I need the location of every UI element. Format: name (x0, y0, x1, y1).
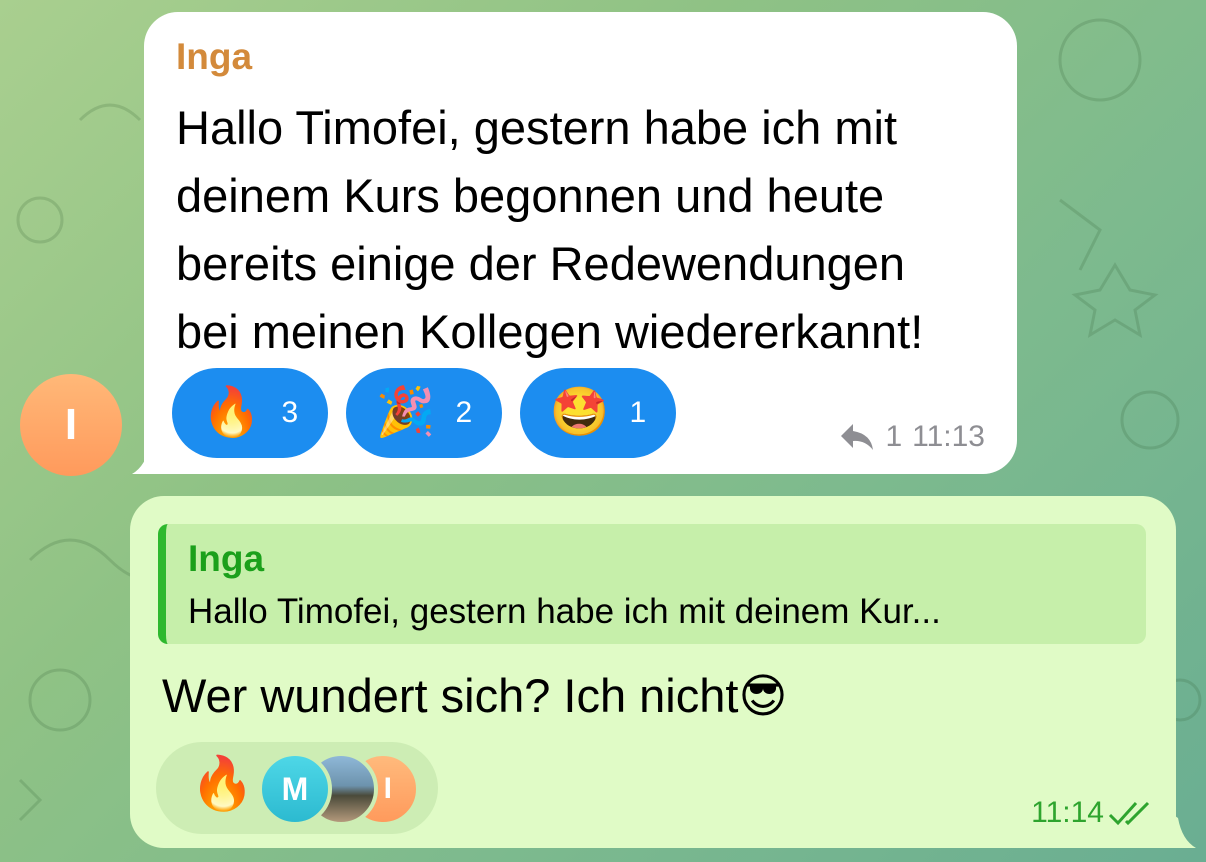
message-line: bei meinen Kollegen wiedererkannt! (176, 305, 924, 358)
message-time: 11:13 (912, 420, 985, 453)
message-line: bereits einige der Redewendungen (176, 237, 906, 290)
outgoing-message-bubble[interactable]: Inga Hallo Timofei, gestern habe ich mit… (130, 496, 1176, 848)
star-struck-emoji-icon: 🤩 (549, 386, 610, 439)
reaction-count: 1 (629, 396, 647, 429)
reactor-letter: I (383, 772, 392, 805)
reactor-letter: M (281, 770, 309, 807)
reply-sender-name: Inga (188, 538, 265, 579)
double-check-icon (1108, 801, 1150, 826)
message-time: 11:14 (1031, 796, 1104, 829)
fire-emoji-icon: 🔥 (190, 755, 255, 813)
reaction-fire[interactable]: 🔥 3 (172, 368, 328, 458)
party-popper-emoji-icon: 🎉 (375, 386, 436, 439)
avatar-letter: I (64, 400, 78, 449)
reply-count[interactable]: 1 (885, 420, 902, 454)
incoming-meta: 1 11:13 (839, 420, 985, 454)
sender-name[interactable]: Inga (176, 36, 252, 78)
reaction-party[interactable]: 🎉 2 (346, 368, 502, 458)
reply-quote[interactable]: Inga Hallo Timofei, gestern habe ich mit… (158, 524, 1146, 644)
reply-arrow-icon[interactable] (839, 422, 875, 452)
incoming-message-text: Hallo Timofei, gestern habe ich mit dein… (176, 94, 1006, 366)
sender-avatar[interactable]: I (20, 374, 122, 476)
outgoing-reaction-chip[interactable]: 🔥 I M (156, 742, 438, 834)
reaction-count: 2 (455, 396, 473, 429)
message-line: deinem Kurs begonnen und heute (176, 169, 885, 222)
reaction-count: 3 (281, 396, 299, 429)
message-line: Hallo Timofei, gestern habe ich mit (176, 101, 897, 154)
reactor-avatar-m: M (258, 752, 332, 826)
reactions-row: 🔥 3 🎉 2 🤩 1 (172, 368, 676, 458)
incoming-message-bubble[interactable]: Inga Hallo Timofei, gestern habe ich mit… (144, 12, 1017, 474)
outgoing-meta: 11:14 (1031, 796, 1154, 830)
reaction-star-struck[interactable]: 🤩 1 (520, 368, 676, 458)
fire-emoji-icon: 🔥 (201, 386, 262, 439)
outgoing-message-text: Wer wundert sich? Ich nicht😎 (162, 669, 788, 722)
reply-preview-text: Hallo Timofei, gestern habe ich mit dein… (188, 592, 941, 631)
